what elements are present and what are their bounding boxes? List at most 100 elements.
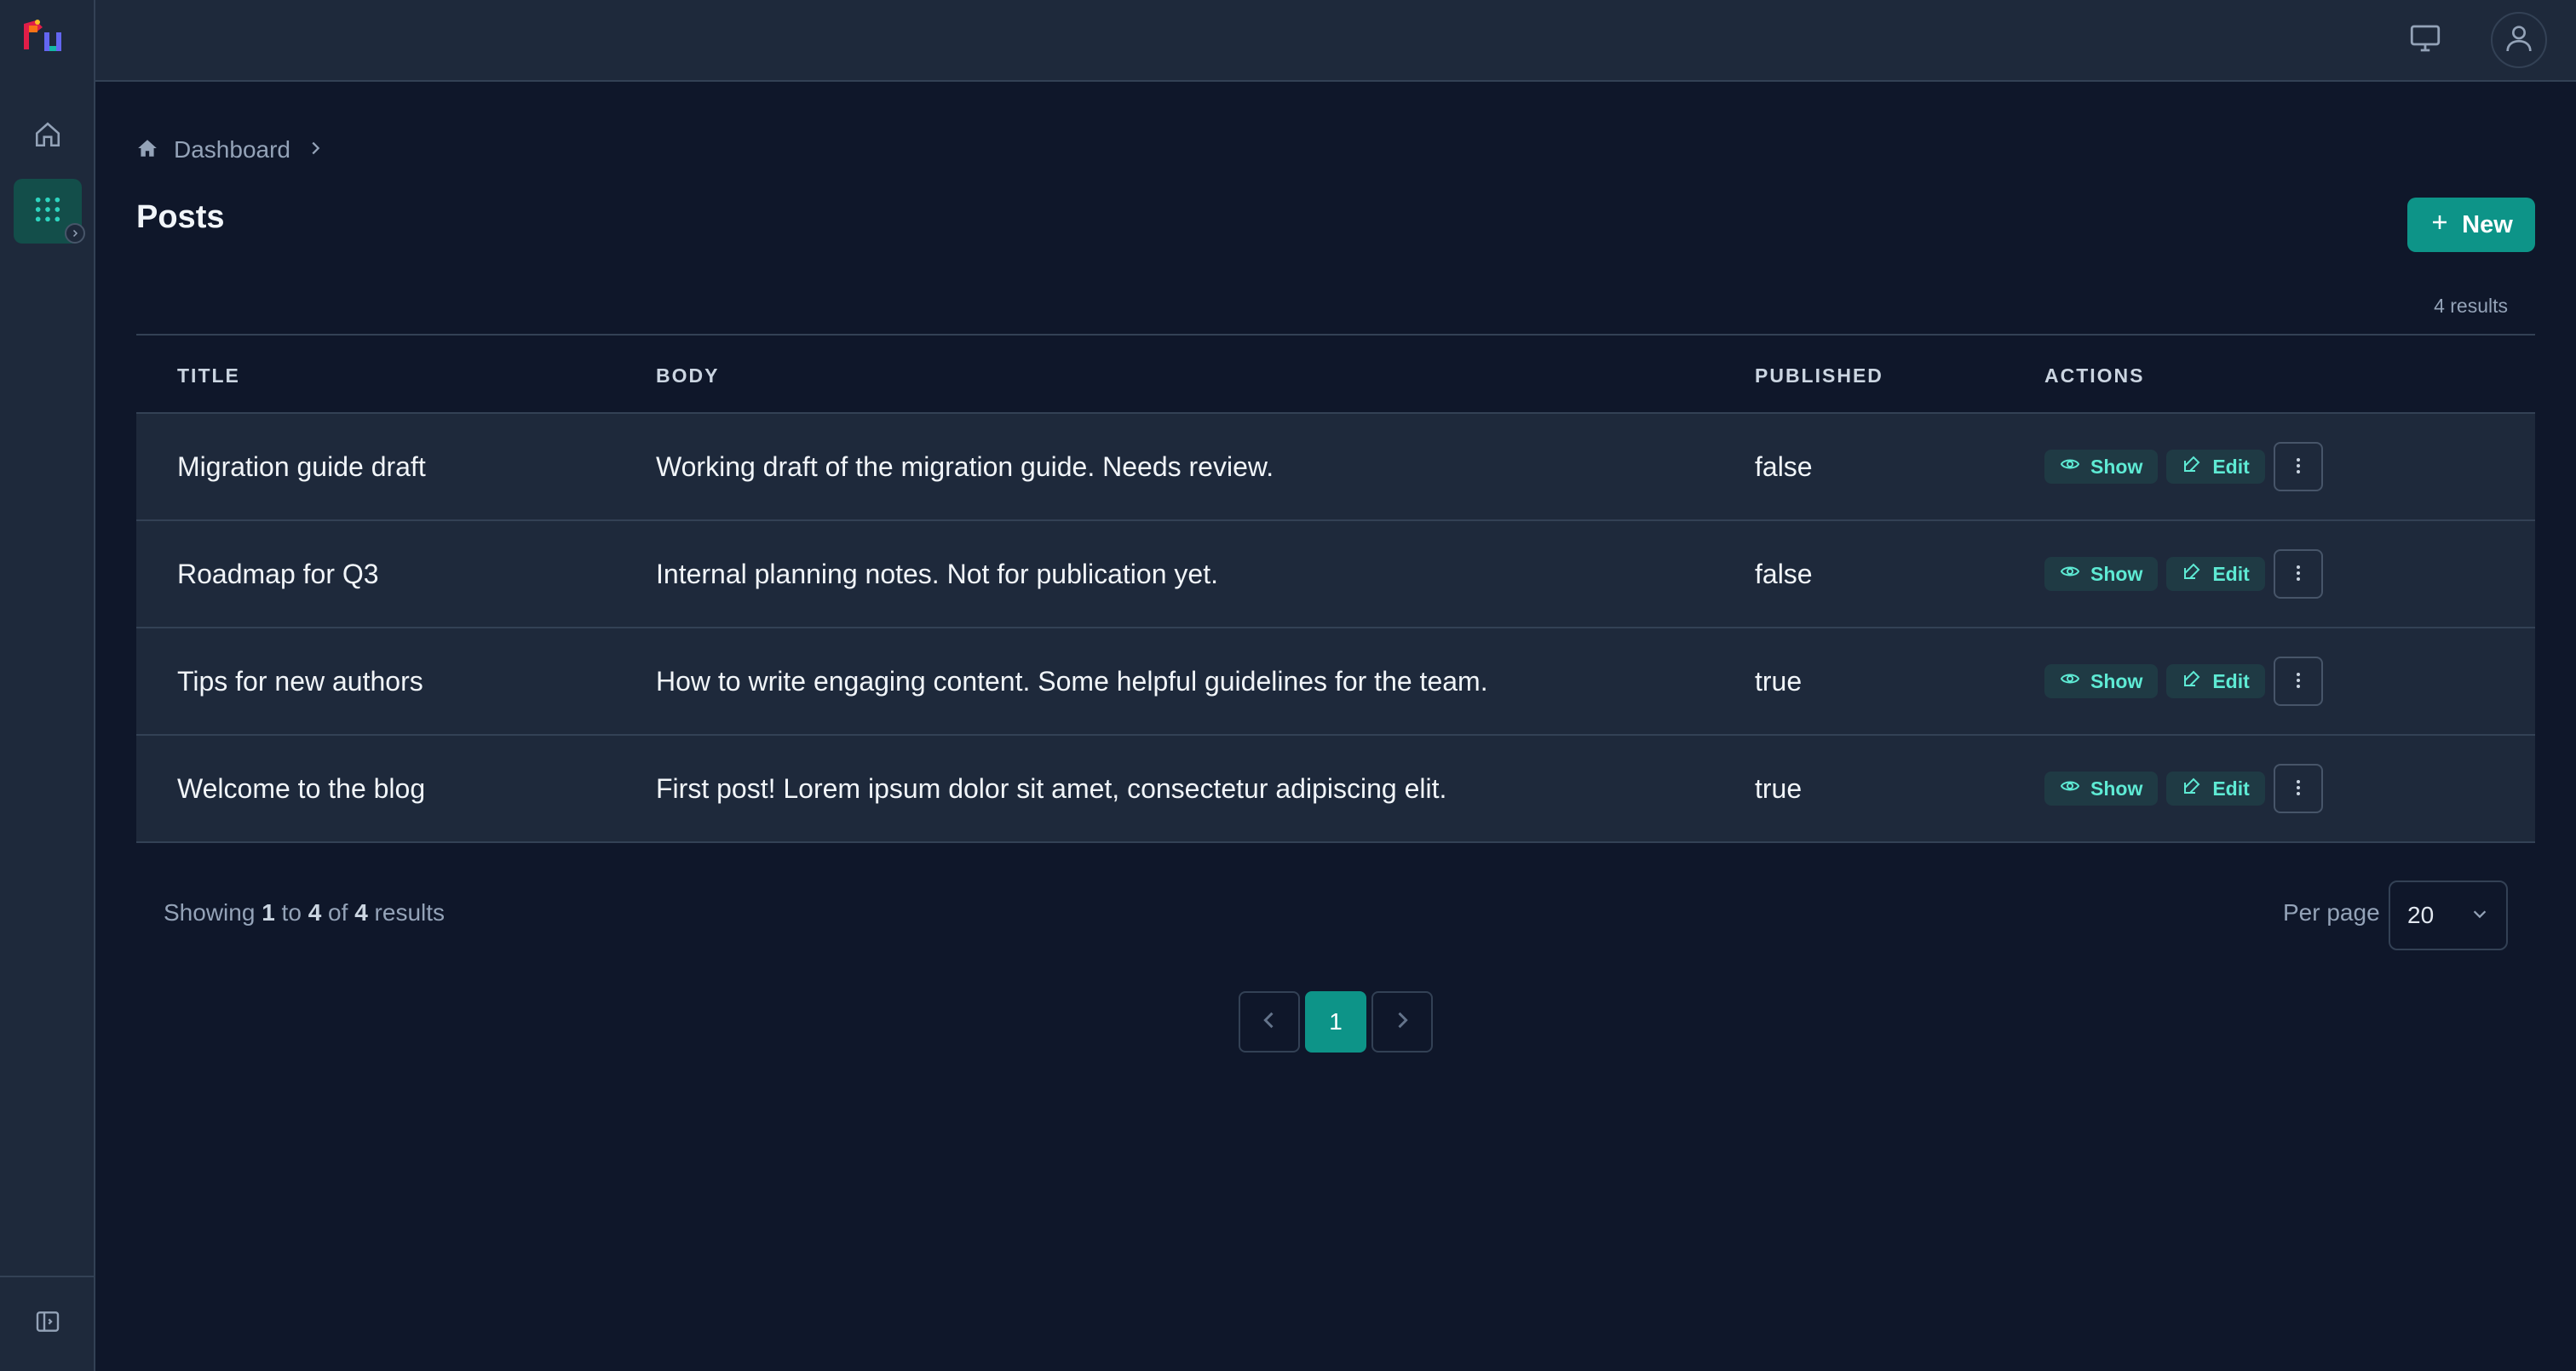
show-button[interactable]: Show — [2044, 772, 2159, 806]
column-header-body[interactable]: BODY — [656, 364, 719, 387]
edit-icon — [2182, 668, 2202, 694]
chevron-left-icon — [1257, 1008, 1281, 1036]
grid-dots-icon — [33, 195, 62, 228]
showing-of-word: of — [328, 899, 348, 926]
showing-from: 1 — [262, 899, 275, 926]
top-bar — [95, 0, 2576, 82]
more-actions-button[interactable] — [2273, 657, 2323, 706]
showing-suffix: results — [374, 899, 446, 926]
cell-title: Welcome to the blog — [177, 772, 426, 804]
column-header-actions: ACTIONS — [2044, 364, 2145, 387]
edit-button[interactable]: Edit — [2166, 772, 2265, 806]
cell-published: false — [1755, 558, 1813, 589]
showing-to-word: to — [281, 899, 302, 926]
edit-label: Edit — [2212, 777, 2250, 800]
more-actions-button[interactable] — [2273, 549, 2323, 599]
new-post-button[interactable]: New — [2407, 198, 2535, 252]
column-header-title[interactable]: TITLE — [177, 364, 240, 387]
show-button[interactable]: Show — [2044, 450, 2159, 484]
cell-body: First post! Lorem ipsum dolor sit amet, … — [656, 772, 1447, 804]
cell-body: Internal planning notes. Not for publica… — [656, 558, 1218, 589]
sidebar-item-home[interactable] — [14, 104, 82, 169]
table-row[interactable]: Migration guide draft Working draft of t… — [136, 414, 2535, 521]
showing-prefix: Showing — [164, 899, 256, 926]
pagination-summary: Showing 1 to 4 of 4 results — [164, 899, 445, 926]
chevron-right-icon[interactable] — [65, 223, 85, 244]
breadcrumb-dashboard[interactable]: Dashboard — [174, 136, 290, 163]
show-label: Show — [2090, 777, 2143, 800]
table-row[interactable]: Tips for new authors How to write engagi… — [136, 628, 2535, 736]
sidebar — [0, 0, 95, 1371]
cell-published: true — [1755, 665, 1803, 697]
cell-title: Roadmap for Q3 — [177, 558, 379, 589]
monitor-icon — [2407, 20, 2443, 60]
edit-button[interactable]: Edit — [2166, 664, 2265, 698]
dots-vertical-icon — [2288, 773, 2309, 805]
dots-vertical-icon — [2288, 666, 2309, 697]
posts-table: TITLE BODY PUBLISHED ACTIONS Migration g… — [136, 334, 2535, 843]
eye-icon — [2060, 561, 2080, 587]
user-menu-button[interactable] — [2491, 12, 2547, 68]
show-button[interactable]: Show — [2044, 664, 2159, 698]
sidebar-panel-icon — [34, 1308, 61, 1339]
plus-icon — [2429, 211, 2450, 239]
sidebar-divider — [0, 1276, 94, 1277]
more-actions-button[interactable] — [2273, 764, 2323, 813]
home-icon — [33, 120, 62, 153]
edit-button[interactable]: Edit — [2166, 450, 2265, 484]
edit-icon — [2182, 776, 2202, 801]
theme-toggle-button[interactable] — [2397, 12, 2453, 68]
chevron-right-icon — [306, 139, 325, 162]
page-title: Posts — [136, 199, 225, 235]
pagination: 1 — [1239, 991, 1433, 1053]
eye-icon — [2060, 668, 2080, 694]
dots-vertical-icon — [2288, 559, 2309, 590]
per-page-select[interactable]: 20 — [2389, 881, 2508, 950]
showing-total: 4 — [354, 899, 368, 926]
cell-actions: Show Edit — [2044, 414, 2323, 519]
edit-icon — [2182, 561, 2202, 587]
table-row[interactable]: Welcome to the blog First post! Lorem ip… — [136, 736, 2535, 843]
user-icon — [2502, 21, 2536, 60]
next-page-button[interactable] — [1371, 991, 1433, 1053]
cell-actions: Show Edit — [2044, 521, 2323, 627]
show-button[interactable]: Show — [2044, 557, 2159, 591]
table-row[interactable]: Roadmap for Q3 Internal planning notes. … — [136, 521, 2535, 628]
page-button-1[interactable]: 1 — [1305, 991, 1366, 1053]
edit-label: Edit — [2212, 455, 2250, 478]
per-page-label: Per page — [2283, 899, 2380, 926]
cell-published: true — [1755, 772, 1803, 804]
eye-icon — [2060, 776, 2080, 801]
cell-title: Migration guide draft — [177, 450, 426, 482]
chevron-right-icon — [1390, 1008, 1414, 1036]
edit-label: Edit — [2212, 562, 2250, 585]
show-label: Show — [2090, 669, 2143, 692]
sidebar-item-apps[interactable] — [14, 179, 85, 244]
show-label: Show — [2090, 562, 2143, 585]
cell-body: How to write engaging content. Some help… — [656, 665, 1488, 697]
dots-vertical-icon — [2288, 451, 2309, 483]
per-page-value: 20 — [2407, 902, 2435, 928]
edit-button[interactable]: Edit — [2166, 557, 2265, 591]
sidebar-toggle-button[interactable] — [14, 1291, 82, 1356]
edit-label: Edit — [2212, 669, 2250, 692]
chevron-down-icon — [2470, 902, 2489, 929]
cell-published: false — [1755, 450, 1813, 482]
edit-icon — [2182, 454, 2202, 479]
more-actions-button[interactable] — [2273, 442, 2323, 491]
cell-title: Tips for new authors — [177, 665, 423, 697]
result-count: 4 results — [2434, 295, 2508, 317]
app-logo[interactable] — [17, 15, 68, 60]
home-icon[interactable] — [136, 137, 158, 163]
table-header: TITLE BODY PUBLISHED ACTIONS — [136, 334, 2535, 414]
breadcrumb: Dashboard — [136, 133, 325, 167]
cell-body: Working draft of the migration guide. Ne… — [656, 450, 1274, 482]
column-header-published[interactable]: PUBLISHED — [1755, 364, 1883, 387]
new-button-label: New — [2462, 210, 2513, 238]
cell-actions: Show Edit — [2044, 628, 2323, 734]
show-label: Show — [2090, 455, 2143, 478]
cell-actions: Show Edit — [2044, 736, 2323, 841]
eye-icon — [2060, 454, 2080, 479]
previous-page-button[interactable] — [1239, 991, 1300, 1053]
showing-to: 4 — [308, 899, 322, 926]
